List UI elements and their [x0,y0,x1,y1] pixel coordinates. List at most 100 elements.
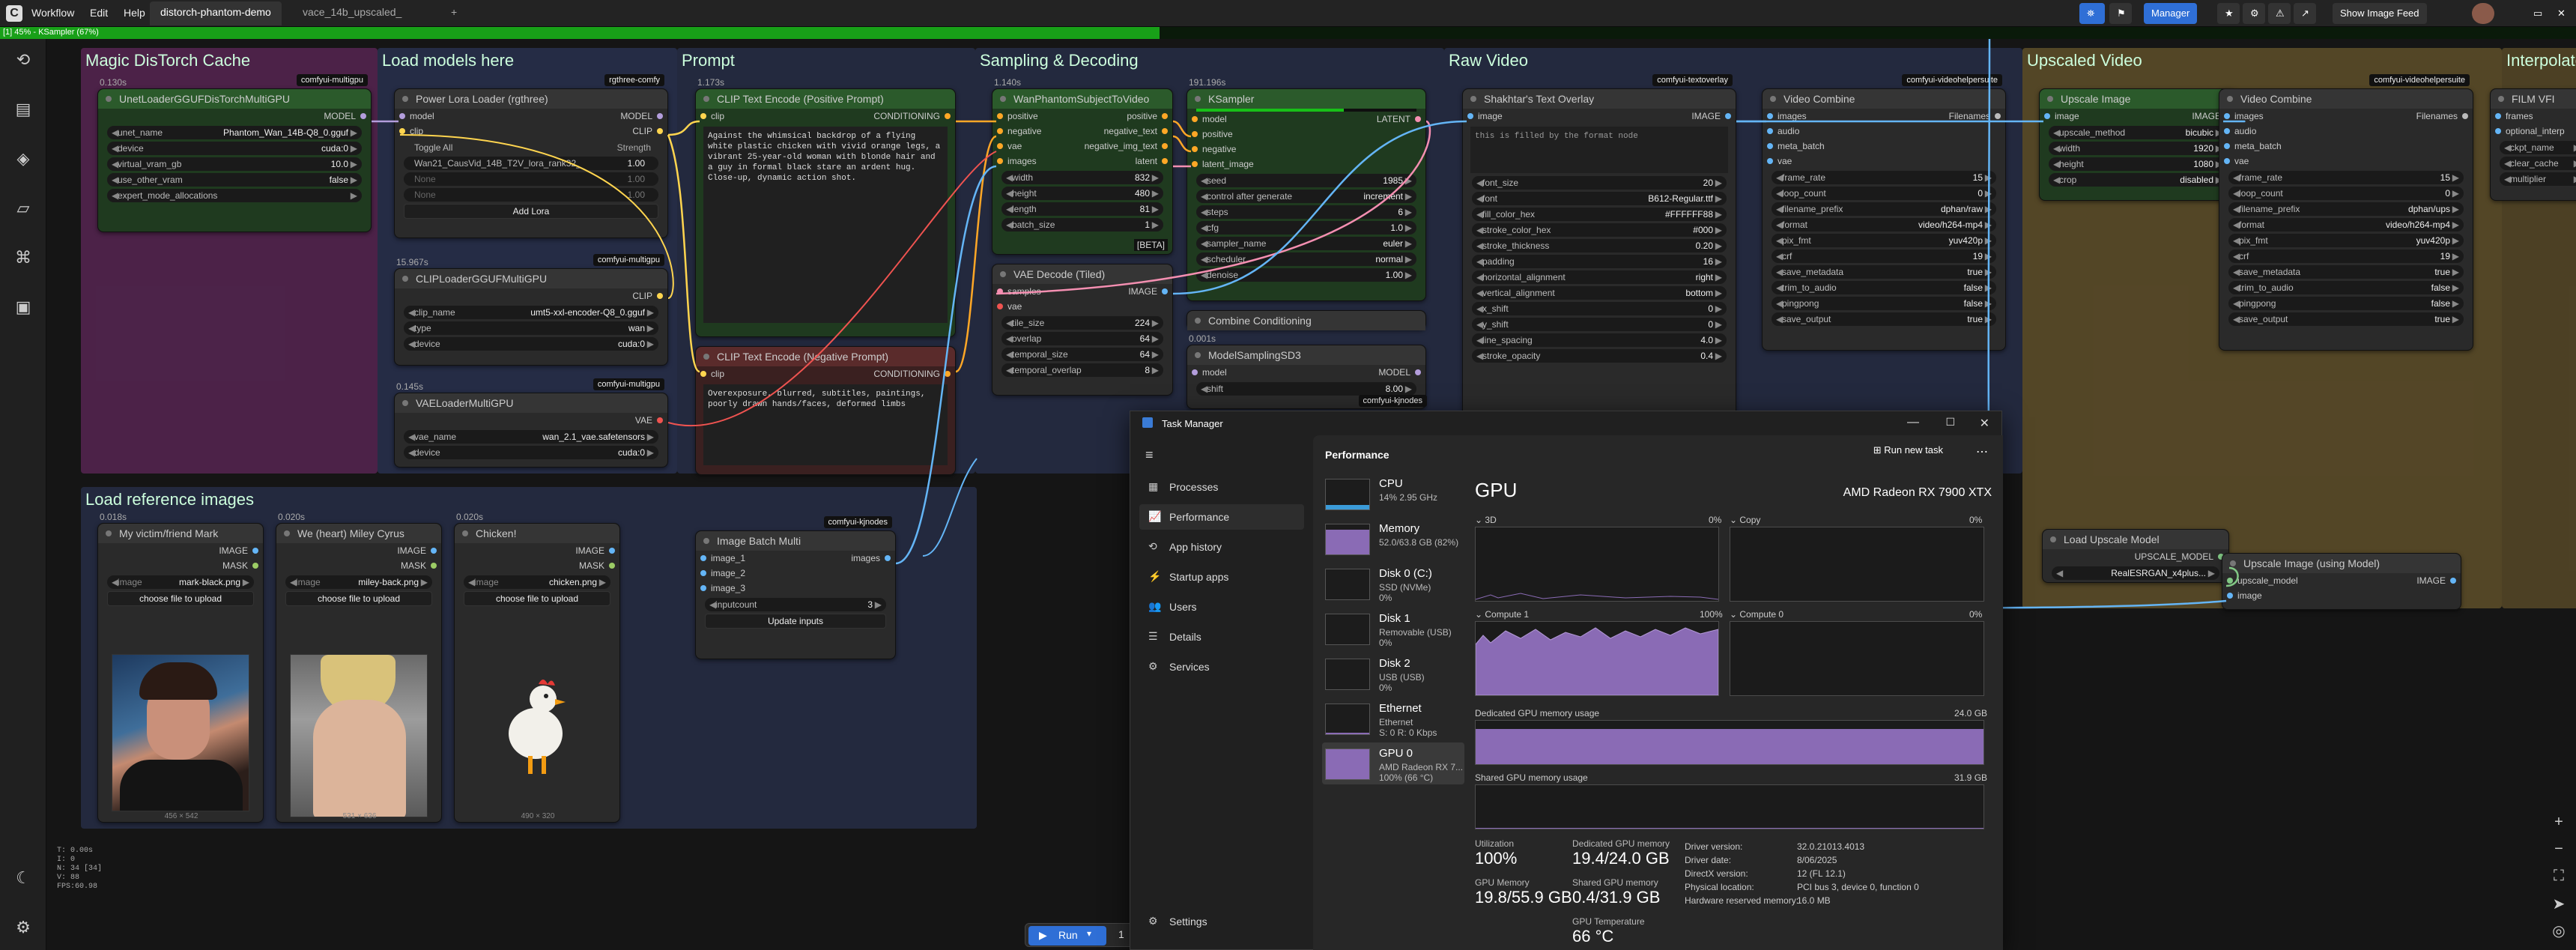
menu-edit[interactable]: Edit [90,7,108,19]
device-cpu[interactable]: CPU 14% 2.95 GHz [1322,473,1464,515]
nav-services[interactable]: ⚙ Services [1139,654,1304,680]
new-tab-button[interactable]: + [440,1,467,25]
theme-icon[interactable]: ☾ [13,868,34,889]
stat-key: Dedicated GPU memory [1572,838,1670,849]
startup-icon: ⚡ [1148,570,1162,582]
device-sub1: Removable (USB) [1379,627,1452,638]
stat-key: Utilization [1475,838,1515,849]
task-manager-main: Performance ⊞ Run new task ⋯ CPU 14% 2.95… [1313,435,2003,950]
detail-value: 16.0 MB [1797,895,1831,906]
bookmark-icon[interactable]: ⚑ [2109,3,2132,24]
close-icon[interactable]: ✕ [1980,416,1989,431]
device-sub2: 100% (66 °C) [1379,772,1434,783]
run-new-task-button[interactable]: ⊞ Run new task [1873,444,1943,456]
device-sub2: 0% [1379,593,1392,603]
select-mode-icon[interactable]: ➤ [2551,895,2567,913]
minimize-icon[interactable]: — [1907,416,1919,429]
canvas-toolbar: + − ⛶ ➤ ◎ [2540,39,2576,950]
images-icon[interactable]: ▣ [13,297,34,318]
device-disk-1[interactable]: Disk 1 Removable (USB) 0% [1322,608,1464,650]
hamburger-icon[interactable]: ≡ [1145,447,1154,463]
workflow-tab[interactable]: vace_14b_upscaled_ [292,1,412,25]
graph-compute1 [1475,621,1719,696]
share-icon[interactable]: ↗ [2294,3,2316,24]
device-memory[interactable]: Memory 52.0/63.8 GB (82%) [1322,518,1464,560]
graph-pct-compute1: 100% [1700,609,1723,620]
stat-utilization: Utilization 100% [1475,838,1517,868]
processes-icon: ▦ [1148,480,1159,492]
menu-help[interactable]: Help [124,7,145,19]
gpu-model: AMD Radeon RX 7900 XTX [1843,486,1992,499]
device-sub1: SSD (NVMe) [1379,582,1431,593]
device-ethernet[interactable]: Ethernet Ethernet S: 0 R: 0 Kbps [1322,698,1464,739]
graph-label-compute1: ⌄ Compute 1 [1475,609,1530,620]
image-feed-button[interactable]: Show Image Feed [2333,3,2427,24]
tool2-icon[interactable]: ⚠ [2268,3,2291,24]
device-name: Disk 1 [1379,612,1410,625]
task-manager-titlebar[interactable]: Task Manager — ☐ ✕ [1130,411,2003,435]
nav-details[interactable]: ☰ Details [1139,624,1304,650]
task-manager-window[interactable]: Task Manager — ☐ ✕ ≡ ▦ Processes 📈 Performa… [1130,411,2003,950]
manager-button[interactable]: Manager [2144,3,2198,24]
workflow-tab-active[interactable]: distorch-phantom-demo [150,1,282,25]
detail-value: PCI bus 3, device 0, function 0 [1797,882,1919,892]
run-toolbar: ▶ Run ▾ 1 [1025,923,1137,947]
nav-label: Processes [1169,481,1219,493]
menu-workflow[interactable]: Workflow [31,7,74,19]
zoom-out-icon[interactable]: − [2551,841,2567,857]
comfy-logo-icon[interactable]: C [6,5,22,22]
device-disk-2[interactable]: Disk 2 USB (USB) 0% [1322,653,1464,695]
graph-compute0 [1730,621,1984,696]
nav-app-history[interactable]: ⟲ App history [1139,534,1304,560]
graph-label-text: Compute 1 [1485,609,1530,620]
queue-toggle-icon[interactable]: ⛯ [2079,3,2105,24]
run-button[interactable]: ▶ Run [1028,926,1106,946]
star-icon[interactable]: ★ [2217,3,2240,24]
model-library-icon[interactable]: ◈ [13,148,34,169]
nav-settings[interactable]: ⚙ Settings [1139,909,1304,934]
run-options-chevron-icon[interactable]: ▾ [1087,928,1091,939]
stat-temperature: GPU Temperature 66 °C [1572,916,1645,946]
link-visibility-icon[interactable]: ◎ [2551,922,2567,940]
zoom-in-icon[interactable]: + [2551,814,2567,830]
workflows-icon[interactable]: ▱ [13,198,34,219]
detail-key: Hardware reserved memory: [1685,895,1799,906]
progress-bar: [1] 45% - KSampler (67%) [0,27,2576,39]
device-gpu-0[interactable]: GPU 0 AMD Radeon RX 7... 100% (66 °C) [1322,742,1464,784]
tool-icon[interactable]: ⚙ [2243,3,2265,24]
nav-label: Performance [1169,511,1230,523]
device-thumbnail [1325,524,1370,555]
more-options-icon[interactable]: ⋯ [1976,444,1988,459]
dedicated-memory-max: 24.0 GB [1954,708,1988,718]
stat-key: Shared GPU memory [1572,877,1658,888]
device-sub1: USB (USB) [1379,672,1425,683]
node-library-icon[interactable]: ▤ [13,99,34,120]
device-thumbnail [1325,748,1370,780]
device-sub2: S: 0 R: 0 Kbps [1379,727,1437,738]
gear-icon: ⚙ [1148,915,1158,927]
nav-users[interactable]: 👥 Users [1139,594,1304,620]
batch-count[interactable]: 1 [1118,928,1124,940]
device-sub2: 0% [1379,638,1392,648]
device-sub1: AMD Radeon RX 7... [1379,762,1464,772]
detail-key: Physical location: [1685,882,1754,892]
fit-view-icon[interactable]: ⛶ [2551,868,2567,884]
device-name: Memory [1379,522,1420,535]
minimize-icon[interactable]: ▭ [2526,3,2545,24]
device-disk-0-c-[interactable]: Disk 0 (C:) SSD (NVMe) 0% [1322,563,1464,605]
details-icon: ☰ [1148,630,1158,642]
maximize-icon[interactable]: ☐ [1945,416,1955,429]
queue-icon[interactable]: ⟲ [13,49,34,70]
nav-processes[interactable]: ▦ Processes [1139,474,1304,500]
avatar[interactable] [2472,3,2494,24]
templates-icon[interactable]: ⌘ [13,247,34,268]
close-icon[interactable]: ✕ [2550,3,2569,24]
graph-copy [1730,527,1984,602]
play-icon: ▶ [1039,929,1047,941]
graph-label-text: Compute 0 [1739,609,1784,620]
settings-icon[interactable]: ⚙ [13,917,34,938]
device-sub2: 0% [1379,683,1392,693]
nav-performance[interactable]: 📈 Performance [1139,504,1304,530]
run-label: Run [1058,929,1078,941]
nav-startup-apps[interactable]: ⚡ Startup apps [1139,564,1304,590]
